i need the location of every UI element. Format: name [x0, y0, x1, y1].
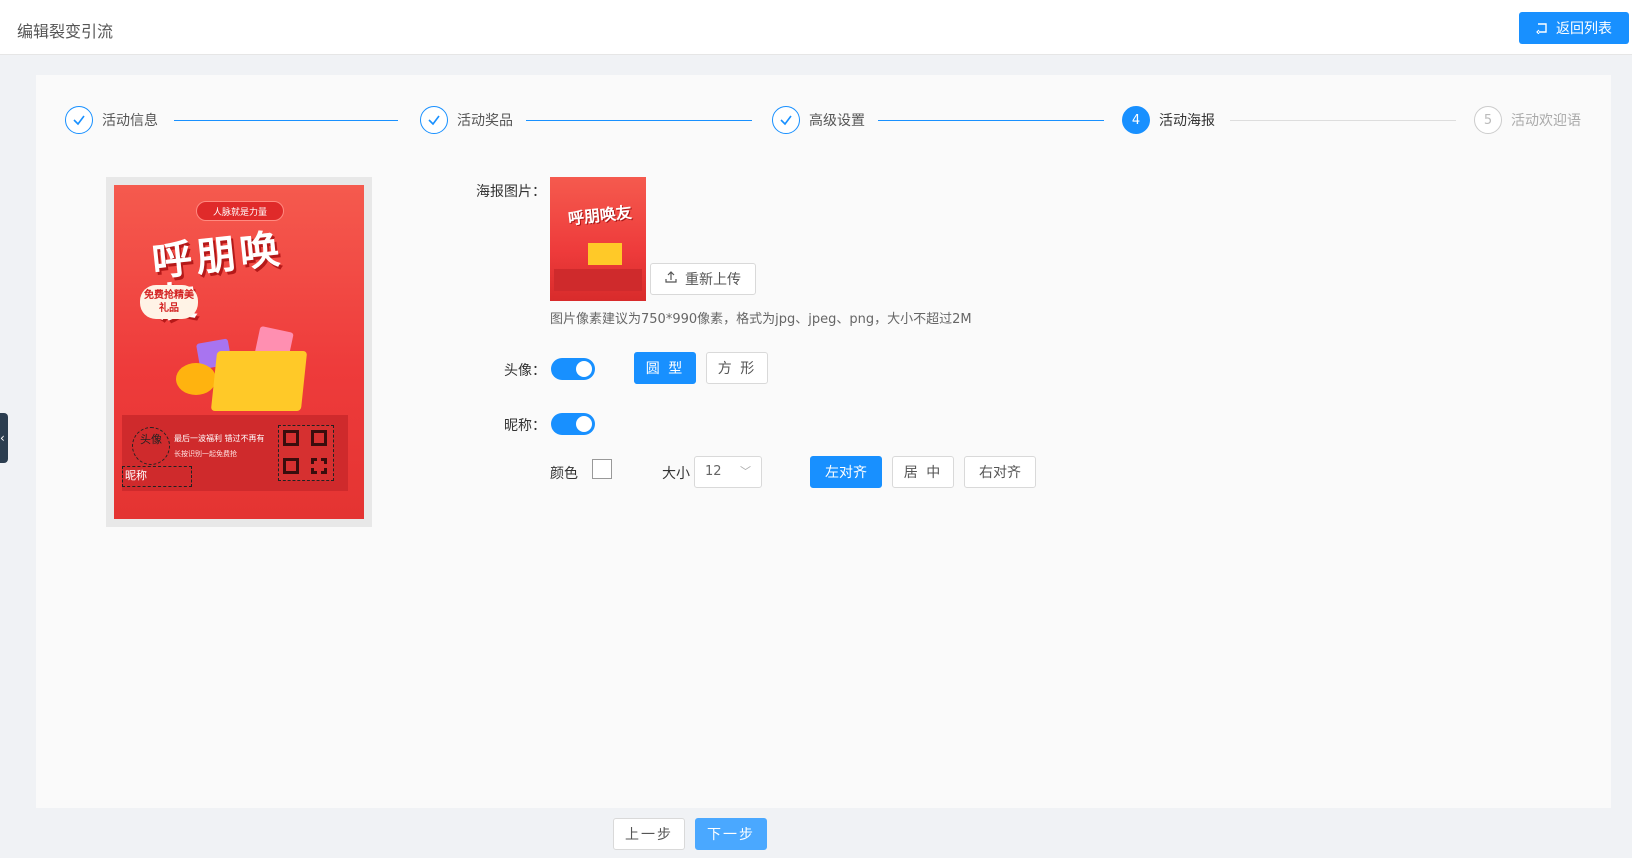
gift-box-yellow	[210, 351, 308, 411]
check-icon	[420, 106, 448, 134]
step-welcome-message[interactable]: 5 活动欢迎语	[1474, 105, 1581, 135]
sidebar-collapse-handle[interactable]: ‹	[0, 413, 8, 463]
color-picker[interactable]	[592, 459, 612, 479]
align-right-button[interactable]: 右对齐	[964, 456, 1036, 488]
poster-bubble: 免费抢精美礼品	[140, 285, 198, 319]
shape-square-button[interactable]: 方 形	[706, 352, 768, 384]
qr-finder	[311, 458, 327, 474]
shape-round-button[interactable]: 圆 型	[634, 352, 696, 384]
nickname-toggle[interactable]	[551, 413, 595, 435]
thumbnail-band	[554, 269, 642, 291]
prev-step-button[interactable]: 上一步	[613, 818, 685, 850]
poster-image-label: 海报图片：	[476, 184, 546, 200]
page-title: 编辑裂变引流	[17, 22, 114, 41]
size-value: 12	[705, 464, 722, 479]
upload-icon	[665, 271, 677, 287]
chevron-down-icon: ﹀	[740, 465, 751, 478]
qr-finder	[283, 458, 299, 474]
step-label: 活动奖品	[457, 113, 513, 129]
qr-finder	[311, 430, 327, 446]
poster-preview: 人脉就是力量 呼朋唤友 免费抢精美礼品 头像 最后一波福利 错过不再有 长按识别…	[106, 177, 372, 527]
poster-thumbnail: 呼朋唤友	[550, 177, 646, 301]
step-number: 5	[1474, 106, 1502, 134]
qr-finder	[283, 430, 299, 446]
next-step-button[interactable]: 下一步	[695, 818, 767, 850]
return-icon	[1536, 22, 1548, 34]
toggle-knob	[576, 361, 592, 377]
check-icon	[772, 106, 800, 134]
step-activity-prize[interactable]: 活动奖品	[420, 105, 513, 135]
step-label: 活动海报	[1159, 113, 1215, 129]
step-connector	[526, 120, 752, 121]
align-left-button[interactable]: 左对齐	[810, 456, 882, 488]
check-icon	[65, 106, 93, 134]
reupload-label: 重新上传	[685, 272, 741, 288]
qr-code-placeholder[interactable]	[278, 425, 334, 481]
back-to-list-button[interactable]: 返回列表	[1519, 12, 1629, 44]
poster-line2: 长按识别一起免费抢	[174, 450, 237, 458]
top-bar: 编辑裂变引流 返回列表	[0, 0, 1632, 55]
nickname-placeholder[interactable]: 昵称	[122, 466, 192, 487]
poster-line1: 最后一波福利 错过不再有	[174, 434, 265, 443]
upload-hint: 图片像素建议为750*990像素，格式为jpg、jpeg、png，大小不超过2M	[550, 312, 972, 327]
step-advanced-settings[interactable]: 高级设置	[772, 105, 865, 135]
thumbnail-headline: 呼朋唤友	[567, 202, 633, 229]
step-label: 活动信息	[102, 113, 158, 129]
size-select[interactable]: 12 ﹀	[694, 456, 762, 488]
thumbnail-gift	[588, 243, 622, 265]
toggle-knob	[576, 416, 592, 432]
step-activity-info[interactable]: 活动信息	[65, 105, 158, 135]
nickname-label: 昵称：	[504, 418, 546, 434]
gold-coins	[176, 363, 216, 395]
step-connector	[1230, 120, 1456, 121]
back-to-list-label: 返回列表	[1556, 21, 1612, 37]
poster-tag: 人脉就是力量	[196, 201, 284, 221]
step-connector	[878, 120, 1104, 121]
avatar-toggle[interactable]	[551, 358, 595, 380]
avatar-placeholder[interactable]: 头像	[132, 427, 170, 465]
step-label: 高级设置	[809, 113, 865, 129]
step-label: 活动欢迎语	[1511, 113, 1581, 129]
step-number: 4	[1122, 106, 1150, 134]
step-activity-poster[interactable]: 4 活动海报	[1122, 105, 1215, 135]
avatar-label: 头像：	[504, 363, 546, 379]
main-card: 活动信息 活动奖品 高级设置 4 活动海报 5 活动欢迎语 人脉就是力量 呼朋唤…	[36, 75, 1611, 808]
size-label: 大小	[662, 466, 690, 482]
align-center-button[interactable]: 居 中	[892, 456, 954, 488]
color-label: 颜色	[550, 466, 578, 482]
chevron-left-icon: ‹	[0, 431, 5, 445]
reupload-button[interactable]: 重新上传	[650, 263, 756, 295]
poster-canvas: 人脉就是力量 呼朋唤友 免费抢精美礼品 头像 最后一波福利 错过不再有 长按识别…	[114, 185, 364, 519]
step-connector	[174, 120, 398, 121]
